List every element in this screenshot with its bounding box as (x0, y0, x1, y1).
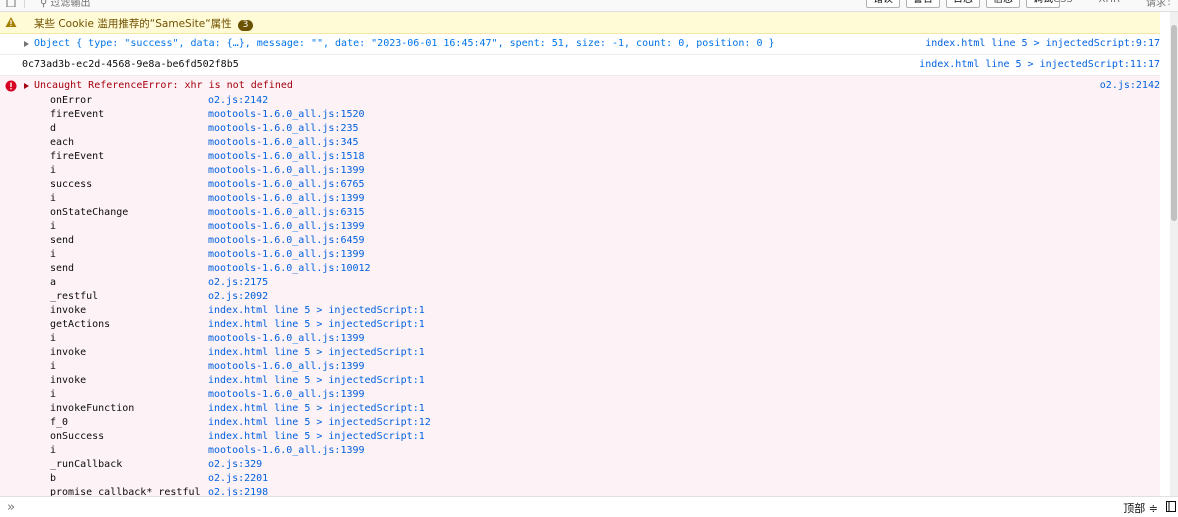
prompt-chevron-icon: » (7, 500, 15, 515)
stack-frame-function: send (50, 263, 75, 274)
stack-frame-location-link[interactable]: index.html line 5 > injectedScript:1 (208, 346, 425, 360)
stack-frame-location-link[interactable]: o2.js:2092 (208, 290, 268, 304)
stack-frame-location-link[interactable]: mootools-1.6.0_all.js:6459 (208, 234, 365, 248)
object-log-row[interactable]: Object { type: "success", data: {…}, mes… (0, 34, 1160, 55)
vertical-scrollbar[interactable] (1170, 12, 1178, 496)
extra-filters: CSS XHR 请求 (1053, 0, 1166, 9)
scrollbar-thumb[interactable] (1171, 25, 1177, 221)
filter-xhr-button[interactable]: XHR (1099, 0, 1120, 9)
stack-frame-location-link[interactable]: index.html line 5 > injectedScript:1 (208, 318, 425, 332)
stack-frame-location-link[interactable]: o2.js:2201 (208, 472, 268, 486)
stack-frame-function: fireEvent (50, 151, 105, 162)
stack-frame-location-link[interactable]: o2.js:2142 (208, 94, 268, 108)
stack-frame-function: i (50, 249, 57, 260)
expand-triangle-icon[interactable] (24, 83, 29, 89)
stack-frame-location-link[interactable]: mootools-1.6.0_all.js:1520 (208, 108, 365, 122)
stack-frame-location-link[interactable]: mootools-1.6.0_all.js:1399 (208, 444, 365, 458)
stack-frame-function: success (50, 179, 93, 190)
stack-frame-function: i (50, 389, 57, 400)
stack-frame-location-link[interactable]: mootools-1.6.0_all.js:1399 (208, 248, 365, 262)
stack-frame-location-link[interactable]: index.html line 5 > injectedScript:1 (208, 304, 425, 318)
uuid-log-text: 0c73ad3b-ec2d-4568-9e8a-be6fd502f8b5 (22, 59, 239, 70)
stack-frame-function: a (50, 277, 57, 288)
stack-frame-function: invokeFunction (50, 403, 135, 414)
stack-frame-function: i (50, 221, 57, 232)
stack-frame-location-link[interactable]: mootools-1.6.0_all.js:1399 (208, 220, 365, 234)
stack-frame-location-link[interactable]: mootools-1.6.0_all.js:1399 (208, 332, 365, 346)
console-input-bar[interactable]: » 顶部 ≑ (0, 496, 1178, 517)
stack-frame-function: i (50, 333, 57, 344)
stack-frame-location-link[interactable]: mootools-1.6.0_all.js:6315 (208, 206, 365, 220)
uuid-log-row: 0c73ad3b-ec2d-4568-9e8a-be6fd502f8b5 ind… (0, 55, 1160, 76)
stack-frame-function: getActions (50, 319, 111, 330)
stack-frame-function: i (50, 445, 57, 456)
filter-errors-button[interactable]: 错误 (866, 0, 900, 8)
stack-frame-location-link[interactable]: o2.js:329 (208, 458, 262, 472)
warning-icon (5, 17, 17, 27)
error-icon (5, 80, 17, 92)
object-log-text[interactable]: Object { type: "success", data: {…}, mes… (34, 38, 775, 49)
warning-text: 某些 Cookie 滥用推荐的“SameSite“属性 3 (34, 16, 254, 31)
object-log-location[interactable]: index.html line 5 > injectedScript:9:17 (925, 38, 1160, 49)
filter-icon: ⚲ (40, 0, 51, 9)
stack-frame-function: d (50, 123, 57, 134)
stack-frame-location-link[interactable]: mootools-1.6.0_all.js:6765 (208, 178, 365, 192)
stack-frame-function: onSuccess (50, 431, 105, 442)
filter-input[interactable]: ⚲ 过滤输出 (40, 0, 91, 9)
stack-frame-location-link[interactable]: mootools-1.6.0_all.js:1399 (208, 164, 365, 178)
stack-frame-function: invoke (50, 305, 87, 316)
stack-frame-location-link[interactable]: mootools-1.6.0_all.js:235 (208, 122, 359, 136)
stack-frame-function: each (50, 137, 75, 148)
stack-frame-function: onError (50, 95, 93, 106)
warning-message-row[interactable]: 某些 Cookie 滥用推荐的“SameSite“属性 3 (0, 12, 1160, 34)
more-options-icon[interactable]: ⋮ (1164, 0, 1174, 7)
stack-frame-function: i (50, 361, 57, 372)
stack-frame-location-link[interactable]: mootools-1.6.0_all.js:1399 (208, 388, 365, 402)
stack-frame-function: f_0 (50, 417, 69, 428)
stack-frame-location-link[interactable]: index.html line 5 > injectedScript:1 (208, 374, 425, 388)
stack-frame-location-link[interactable]: mootools-1.6.0_all.js:1518 (208, 150, 365, 164)
stack-frame-function: promise callback*_restful (50, 487, 201, 496)
stack-frame-function: fireEvent (50, 109, 105, 120)
stack-frame-location-link[interactable]: o2.js:2175 (208, 276, 268, 290)
split-view-icon[interactable] (1166, 501, 1176, 512)
stack-frame-location-link[interactable]: mootools-1.6.0_all.js:1399 (208, 192, 365, 206)
stack-frame-location-link[interactable]: mootools-1.6.0_all.js:10012 (208, 262, 371, 276)
stack-frame-location-link[interactable]: index.html line 5 > injectedScript:1 (208, 402, 425, 416)
level-filters: 错误 警告 日志 信息 调试 (866, 0, 1060, 8)
filter-requests-button[interactable]: 请求 (1146, 0, 1166, 9)
stack-frame-function: invoke (50, 347, 87, 358)
console-toolbar: ⚲ 过滤输出 错误 警告 日志 信息 调试 CSS XHR 请求 ⋮ (0, 0, 1178, 12)
stack-frame-location-link[interactable]: index.html line 5 > injectedScript:1 (208, 430, 425, 444)
toolbar-separator (24, 0, 25, 8)
stack-frame-function: invoke (50, 375, 87, 386)
stack-frame-location-link[interactable]: mootools-1.6.0_all.js:1399 (208, 360, 365, 374)
filter-warnings-button[interactable]: 警告 (906, 0, 940, 8)
trash-icon[interactable] (5, 0, 17, 7)
error-message[interactable]: Uncaught ReferenceError: xhr is not defi… (34, 80, 293, 91)
context-selector[interactable]: 顶部 ≑ (1123, 500, 1158, 516)
error-message-block: Uncaught ReferenceError: xhr is not defi… (0, 76, 1160, 496)
filter-logs-button[interactable]: 日志 (946, 0, 980, 8)
stack-frame-function: send (50, 235, 75, 246)
stack-frame-function: i (50, 193, 57, 204)
expand-triangle-icon[interactable] (24, 41, 29, 47)
stack-frame-function: b (50, 473, 57, 484)
error-location-link[interactable]: o2.js:2142 (1100, 80, 1160, 91)
warning-count-badge: 3 (237, 20, 254, 31)
filter-css-button[interactable]: CSS (1053, 0, 1073, 9)
uuid-log-location[interactable]: index.html line 5 > injectedScript:11:17 (919, 59, 1160, 70)
stack-frame-function: _runCallback (50, 459, 123, 470)
stack-frame-function: onStateChange (50, 207, 129, 218)
stack-frame-function: _restful (50, 291, 99, 302)
filter-info-button[interactable]: 信息 (986, 0, 1020, 8)
stack-frame-location-link[interactable]: o2.js:2198 (208, 486, 268, 496)
stack-frame-location-link[interactable]: mootools-1.6.0_all.js:345 (208, 136, 359, 150)
stack-frame-function: i (50, 165, 57, 176)
stack-frame-location-link[interactable]: index.html line 5 > injectedScript:12 (208, 416, 431, 430)
